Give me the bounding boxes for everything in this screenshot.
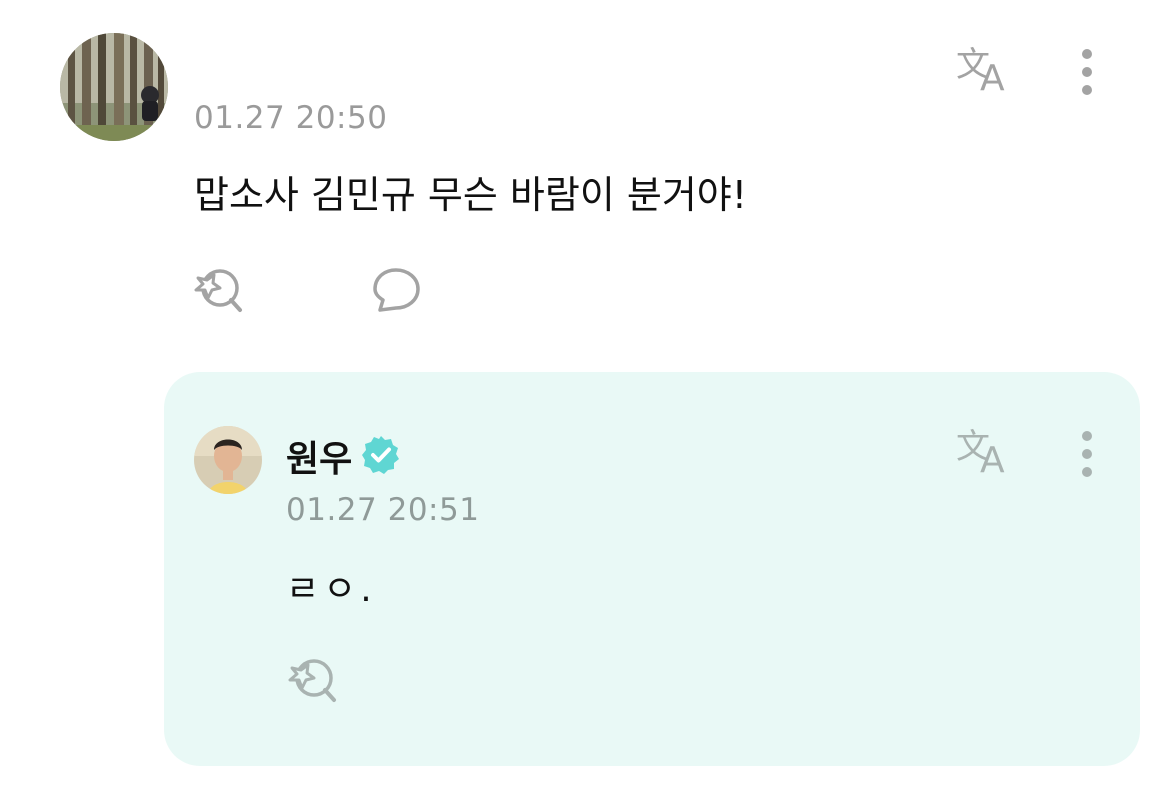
comment-text: 맙소사 김민규 무슨 바람이 분거야! xyxy=(194,173,747,217)
verified-badge-icon xyxy=(360,434,402,476)
svg-text:A: A xyxy=(980,440,1005,476)
reply-author-avatar[interactable] xyxy=(194,426,262,494)
reply-author-name[interactable]: 원우 xyxy=(286,430,352,482)
more-vertical-icon[interactable] xyxy=(1077,428,1097,480)
translate-icon[interactable]: 文 A xyxy=(956,44,1016,99)
forest-photo-avatar-image xyxy=(60,33,168,141)
comment-timestamp: 01.27 20:50 xyxy=(194,100,388,136)
comment-thread: 01.27 20:50 맙소사 김민규 무슨 바람이 분거야! 文 A 원우 0… xyxy=(0,0,1170,802)
reply-timestamp: 01.27 20:51 xyxy=(286,492,480,528)
reply-text: ㄹㅇ. xyxy=(286,569,376,610)
more-vertical-icon[interactable] xyxy=(1077,46,1097,98)
author-photo-avatar-image xyxy=(194,426,262,494)
add-reaction-icon[interactable] xyxy=(286,656,340,706)
translate-icon[interactable]: 文 A xyxy=(956,426,1016,481)
commenter-avatar[interactable] xyxy=(60,33,168,141)
add-reaction-icon[interactable] xyxy=(192,266,246,316)
svg-text:A: A xyxy=(980,58,1005,94)
reply-bubble-icon[interactable] xyxy=(372,266,422,314)
